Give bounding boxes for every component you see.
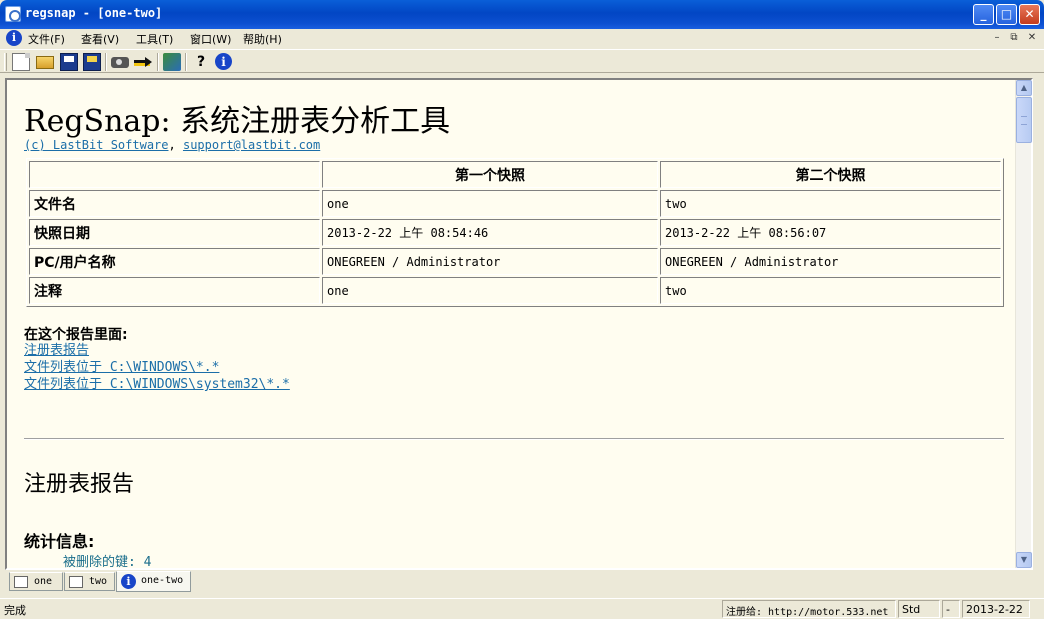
save-icon[interactable] — [60, 53, 78, 71]
compare-arrow-icon[interactable] — [134, 57, 152, 67]
toolbar: ? i — [0, 49, 1044, 73]
scroll-down-icon[interactable]: ▼ — [1016, 552, 1032, 568]
lastbit-link[interactable]: (c) LastBit Software — [24, 138, 169, 152]
cell-second-date: 2013-2-22 上午 08:56:07 — [660, 219, 1001, 246]
save-all-icon[interactable] — [83, 53, 101, 71]
credit-separator: , — [168, 138, 176, 152]
cell-first-date: 2013-2-22 上午 08:54:46 — [322, 219, 658, 246]
snapshot-table: 第一个快照 第二个快照 文件名 one two 快照日期 2013-2-22 上… — [26, 158, 1004, 307]
registry-report-heading: 注册表报告 — [24, 472, 135, 497]
support-email-link[interactable]: support@lastbit.com — [183, 138, 320, 152]
menu-window[interactable]: 窗口(W) — [190, 31, 231, 47]
mdi-close-icon[interactable]: ✕ — [1025, 31, 1039, 45]
vertical-scrollbar[interactable]: ▲ ▼ — [1015, 80, 1032, 568]
cell-second-user: ONEGREEN / Administrator — [660, 248, 1001, 275]
toolbar-separator — [185, 53, 187, 71]
menu-bar: i 文件(F) 查看(V) 工具(T) 窗口(W) 帮助(H) – ⧉ ✕ — [0, 29, 1044, 48]
minimize-button[interactable]: _ — [973, 4, 994, 25]
toc-system32-files-link[interactable]: 文件列表位于 C:\WINDOWS\system32\*.* — [24, 376, 290, 393]
new-icon[interactable] — [12, 53, 30, 71]
about-icon[interactable]: i — [215, 53, 232, 70]
cell-first-filename: one — [322, 190, 658, 217]
tab-label: one — [34, 576, 53, 587]
tab-two[interactable]: two — [64, 572, 115, 591]
title-bar[interactable]: regsnap - [one-two] _ □ ✕ — [0, 0, 1044, 29]
registered-to-panel: 注册给: http://motor.533.net — [722, 600, 896, 618]
status-bar: 完成 注册给: http://motor.533.net Std - 2013-… — [0, 598, 1044, 619]
table-header-row: 第一个快照 第二个快照 — [29, 161, 1001, 188]
deleted-keys-stat[interactable]: 被删除的键: 4 — [63, 551, 151, 568]
tab-one[interactable]: one — [9, 572, 63, 591]
report-toc: 注册表报告 文件列表位于 C:\WINDOWS\*.* 文件列表位于 C:\WI… — [24, 342, 290, 393]
report-title: RegSnap: 系统注册表分析工具 — [24, 104, 451, 139]
table-header-empty — [29, 161, 320, 188]
menu-tools[interactable]: 工具(T) — [136, 31, 173, 47]
maximize-button[interactable]: □ — [996, 4, 1017, 25]
mdi-restore-icon[interactable]: ⧉ — [1007, 31, 1021, 45]
toolbar-grip[interactable] — [4, 53, 7, 71]
mdi-minimize-icon[interactable]: – — [990, 31, 1004, 45]
credit-line: (c) LastBit Software, support@lastbit.co… — [24, 138, 320, 152]
window-title: regsnap - [one-two] — [25, 6, 163, 20]
table-header-first: 第一个快照 — [322, 161, 658, 188]
statistics-label: 统计信息: — [24, 532, 95, 551]
document-tabs: one two i one-two — [5, 571, 1039, 593]
row-label-filename: 文件名 — [29, 190, 320, 217]
menu-help[interactable]: 帮助(H) — [243, 31, 282, 47]
info-icon: i — [121, 574, 136, 589]
open-icon[interactable] — [36, 56, 54, 69]
info-icon[interactable]: i — [6, 30, 22, 46]
help-icon[interactable]: ? — [192, 53, 210, 71]
app-icon[interactable] — [5, 6, 21, 22]
scroll-thumb[interactable] — [1016, 97, 1032, 143]
status-text: 完成 — [4, 604, 26, 617]
table-row: 注释 one two — [29, 277, 1001, 304]
tab-label: two — [89, 576, 108, 587]
menu-file[interactable]: 文件(F) — [28, 31, 65, 47]
divider — [24, 438, 1004, 440]
date-panel: 2013-2-22 — [962, 600, 1030, 618]
close-button[interactable]: ✕ — [1019, 4, 1040, 25]
toolbar-separator — [105, 53, 107, 71]
tools-icon[interactable] — [163, 53, 181, 71]
tab-one-two[interactable]: i one-two — [116, 571, 191, 592]
cell-first-user: ONEGREEN / Administrator — [322, 248, 658, 275]
snapshot-doc-icon — [14, 576, 28, 588]
camera-icon[interactable] — [111, 57, 129, 68]
table-header-second: 第二个快照 — [660, 161, 1001, 188]
report-content: RegSnap: 系统注册表分析工具 (c) LastBit Software,… — [7, 80, 1015, 568]
toolbar-separator — [157, 53, 159, 71]
table-row: 文件名 one two — [29, 190, 1001, 217]
mode-panel: Std — [898, 600, 940, 618]
cell-second-comment: two — [660, 277, 1001, 304]
cell-first-comment: one — [322, 277, 658, 304]
menu-view[interactable]: 查看(V) — [81, 31, 119, 47]
scroll-up-icon[interactable]: ▲ — [1016, 80, 1032, 96]
tab-label: one-two — [141, 575, 184, 586]
snapshot-doc-icon — [69, 576, 83, 588]
row-label-user: PC/用户名称 — [29, 248, 320, 275]
toc-registry-link[interactable]: 注册表报告 — [24, 342, 290, 359]
table-row: 快照日期 2013-2-22 上午 08:54:46 2013-2-22 上午 … — [29, 219, 1001, 246]
cell-second-filename: two — [660, 190, 1001, 217]
row-label-comment: 注释 — [29, 277, 320, 304]
report-view: RegSnap: 系统注册表分析工具 (c) LastBit Software,… — [5, 78, 1033, 570]
row-label-date: 快照日期 — [29, 219, 320, 246]
in-report-label: 在这个报告里面: — [24, 327, 128, 343]
table-row: PC/用户名称 ONEGREEN / Administrator ONEGREE… — [29, 248, 1001, 275]
dash-panel: - — [942, 600, 960, 618]
toc-windows-files-link[interactable]: 文件列表位于 C:\WINDOWS\*.* — [24, 359, 290, 376]
